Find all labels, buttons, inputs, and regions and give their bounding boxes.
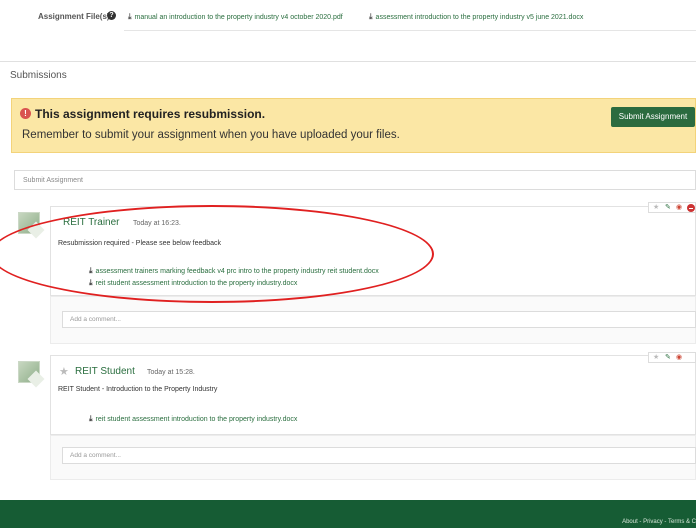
assignment-file-name[interactable]: manual an introduction to the property i… [135, 14, 343, 21]
download-icon: ⤓ [89, 278, 93, 287]
submission-post: ★ ✎ ◉ ★ REIT Student Today at 15:28. REI… [50, 352, 696, 435]
delete-icon[interactable] [687, 204, 695, 212]
footer-links[interactable]: About - Privacy - Terms & C [622, 519, 696, 525]
download-icon: ⤓ [89, 266, 93, 275]
visibility-icon[interactable]: ◉ [676, 203, 682, 213]
star-icon[interactable]: ★ [653, 203, 659, 213]
info-icon[interactable]: ? [107, 11, 116, 20]
attachment-name[interactable]: reit student assessment introduction to … [96, 280, 298, 287]
download-icon: ⤓ [128, 12, 132, 21]
resubmission-alert: ! This assignment requires resubmission.… [11, 98, 696, 153]
edit-icon[interactable]: ✎ [665, 203, 671, 213]
avatar [18, 212, 40, 234]
visibility-icon[interactable]: ◉ [676, 353, 682, 363]
post-timestamp: Today at 16:23. [133, 220, 181, 227]
submit-assignment-button[interactable]: Submit Assignment [611, 107, 695, 127]
comment-input[interactable]: Add a comment... [62, 311, 696, 328]
assignment-file-link[interactable]: ⤓ assessment introduction to the property… [369, 12, 583, 22]
feedback-post: ★ ✎ ◉ REIT Trainer Today at 16:23. Resub… [50, 202, 696, 296]
assignment-files-label: Assignment File(s) [38, 12, 110, 21]
attachment-name[interactable]: assessment trainers marking feedback v4 … [96, 268, 379, 275]
assignment-file-link[interactable]: ⤓ manual an introduction to the property … [128, 12, 343, 22]
attachment-name[interactable]: reit student assessment introduction to … [96, 416, 298, 423]
divider [124, 30, 696, 31]
alert-title: This assignment requires resubmission. [35, 107, 266, 121]
divider [0, 61, 696, 62]
submit-assignment-bar[interactable]: Submit Assignment [14, 170, 696, 190]
post-actions: ★ ✎ ◉ [648, 352, 696, 363]
post-text: Resubmission required - Please see below… [58, 240, 222, 247]
post-actions: ★ ✎ ◉ [648, 202, 696, 213]
post-timestamp: Today at 15:28. [147, 369, 195, 376]
download-icon: ⤓ [89, 414, 93, 423]
exclamation-icon: ! [20, 108, 31, 119]
submissions-heading: Submissions [10, 70, 67, 81]
edit-icon[interactable]: ✎ [665, 353, 671, 363]
post-author[interactable]: REIT Student [75, 366, 135, 377]
post-author[interactable]: REIT Trainer [63, 217, 120, 228]
attachment-link[interactable]: ⤓ reit student assessment introduction to… [89, 414, 297, 424]
alert-message: Remember to submit your assignment when … [22, 129, 400, 141]
download-icon: ⤓ [369, 12, 373, 21]
assignment-files-row: Assignment File(s) ? ⤓ manual an introduc… [0, 11, 696, 32]
avatar [18, 361, 40, 383]
attachment-link[interactable]: ⤓ reit student assessment introduction to… [89, 278, 297, 288]
attachment-link[interactable]: ⤓ assessment trainers marking feedback v4… [89, 266, 379, 276]
star-icon[interactable]: ★ [653, 353, 659, 363]
footer: About - Privacy - Terms & C [0, 500, 696, 528]
star-icon[interactable]: ★ [59, 365, 69, 378]
assignment-file-name[interactable]: assessment introduction to the property … [376, 14, 584, 21]
post-text: REIT Student - Introduction to the Prope… [58, 386, 218, 393]
comment-input[interactable]: Add a comment... [62, 447, 696, 464]
